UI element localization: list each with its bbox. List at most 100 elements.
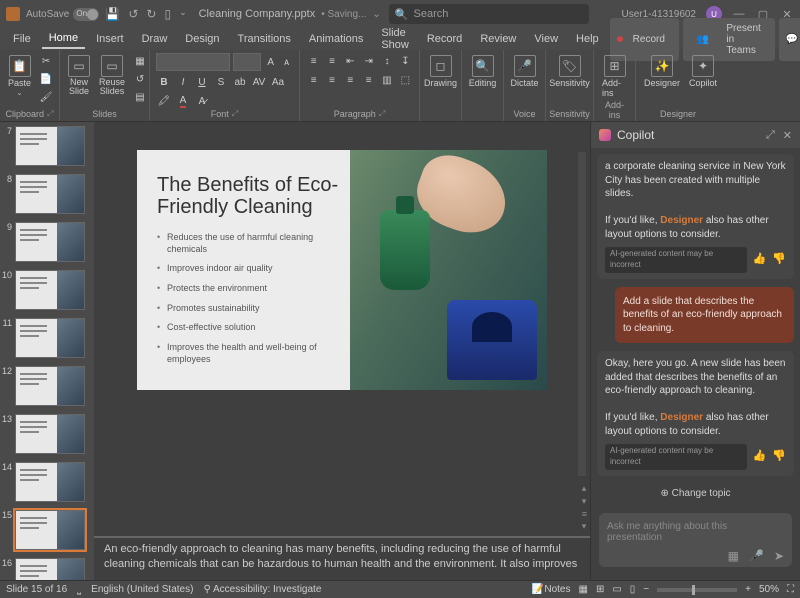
start-slideshow-icon[interactable]: ▯ [164, 7, 171, 21]
line-spacing-icon[interactable]: ↕ [379, 53, 394, 69]
accessibility-status[interactable]: ⚲ Accessibility: Investigate [203, 584, 321, 595]
autosave-toggle[interactable]: AutoSave On [26, 8, 99, 21]
align-left-icon[interactable]: ≡ [306, 72, 321, 88]
font-size-dropdown[interactable] [233, 53, 261, 71]
copilot-mic-icon[interactable]: 🎤 [749, 549, 764, 563]
tab-help[interactable]: Help [569, 30, 606, 48]
search-input[interactable]: 🔍 Search [389, 4, 589, 24]
slide-thumbnail-panel[interactable]: 78910111213141516 [0, 122, 94, 580]
thumbs-down-icon[interactable]: 👎 [772, 449, 786, 464]
format-painter-icon[interactable]: 🖌 [38, 89, 54, 105]
tab-insert[interactable]: Insert [89, 30, 131, 48]
layout-icon[interactable]: ▦ [132, 53, 148, 69]
drawing-button[interactable]: ◻Drawing [426, 53, 455, 90]
editing-button[interactable]: 🔍Editing [468, 53, 497, 90]
zoom-slider[interactable] [657, 588, 737, 592]
copilot-cards-icon[interactable]: ▦ [728, 549, 739, 563]
decrease-font-icon[interactable]: ᴀ [280, 54, 293, 70]
paste-button[interactable]: 📋Paste⌄ [6, 53, 33, 99]
tab-draw[interactable]: Draw [135, 30, 175, 48]
reuse-slides-button[interactable]: ▭Reuse Slides [97, 53, 127, 98]
fit-window-icon[interactable]: ⛶ [787, 584, 794, 595]
reset-icon[interactable]: ↺ [132, 71, 148, 87]
vertical-scrollbar[interactable] [578, 152, 588, 476]
thumbnail-slide-10[interactable] [15, 270, 85, 310]
reading-view-icon[interactable]: ▭ [612, 584, 621, 595]
sorter-view-icon[interactable]: ⊞ [596, 584, 604, 595]
tab-home[interactable]: Home [42, 29, 85, 49]
italic-icon[interactable]: I [175, 74, 191, 90]
increase-font-icon[interactable]: A [264, 54, 277, 70]
case-icon[interactable]: Aa [270, 74, 286, 90]
designer-link[interactable]: Designer [660, 215, 703, 226]
zoom-out-icon[interactable]: − [643, 584, 649, 595]
copilot-send-icon[interactable]: ➤ [774, 549, 784, 563]
thumbnail-slide-9[interactable] [15, 222, 85, 262]
bold-icon[interactable]: B [156, 74, 172, 90]
thumbnail-slide-11[interactable] [15, 318, 85, 358]
section-icon[interactable]: ▤ [132, 89, 148, 105]
prev-slide-icon[interactable]: ▴ [582, 483, 587, 494]
tab-animations[interactable]: Animations [302, 30, 370, 48]
justify-icon[interactable]: ≡ [361, 72, 376, 88]
slide-title[interactable]: The Benefits of Eco-Friendly Cleaning [157, 174, 342, 218]
thumbnail-slide-13[interactable] [15, 414, 85, 454]
slide-bullets[interactable]: Reduces the use of harmful cleaning chem… [157, 232, 342, 366]
numbering-icon[interactable]: ≡ [324, 53, 339, 69]
new-slide-button[interactable]: ▭New Slide [66, 53, 92, 98]
thumbnail-slide-7[interactable] [15, 126, 85, 166]
tab-transitions[interactable]: Transitions [231, 30, 298, 48]
font-family-dropdown[interactable] [156, 53, 230, 71]
align-center-icon[interactable]: ≡ [324, 72, 339, 88]
filename[interactable]: Cleaning Company.pptx [199, 8, 316, 20]
designer-link[interactable]: Designer [660, 412, 703, 423]
notes-pane[interactable]: An eco-friendly approach to cleaning has… [94, 536, 590, 580]
smartart-icon[interactable]: ⬚ [398, 72, 413, 88]
sensitivity-button[interactable]: 🏷Sensitivity [552, 53, 587, 90]
tab-review[interactable]: Review [473, 30, 523, 48]
highlight-icon[interactable]: 🖍 [156, 93, 172, 109]
undo-icon[interactable]: ↺ [128, 7, 138, 21]
change-topic-button[interactable]: ⊕ Change topic [597, 484, 794, 503]
thumbnail-slide-14[interactable] [15, 462, 85, 502]
notes-toggle[interactable]: 📝Notes [532, 584, 571, 595]
copilot-input[interactable]: Ask me anything about this presentation … [599, 513, 792, 567]
comments-button[interactable]: 💬 [779, 18, 800, 61]
copilot-close-icon[interactable]: ✕ [783, 129, 792, 142]
slide-counter[interactable]: Slide 15 of 16 [6, 584, 67, 595]
spacing-icon[interactable]: AV [251, 74, 267, 90]
text-direction-icon[interactable]: ↧ [398, 53, 413, 69]
thumbnail-slide-15[interactable] [15, 510, 85, 550]
strike-icon[interactable]: S [213, 74, 229, 90]
indent-dec-icon[interactable]: ⇤ [343, 53, 358, 69]
normal-view-icon[interactable]: ▦ [578, 584, 587, 595]
align-right-icon[interactable]: ≡ [343, 72, 358, 88]
columns-icon[interactable]: ▥ [379, 72, 394, 88]
thumbs-up-icon[interactable]: 👍 [753, 252, 767, 267]
copilot-ribbon-button[interactable]: ✦Copilot [687, 53, 719, 90]
zoom-in-icon[interactable]: + [745, 584, 751, 595]
qat-dropdown-icon[interactable]: ⌄ [179, 7, 187, 21]
font-color-icon[interactable]: A [175, 93, 191, 109]
copy-icon[interactable]: 📄 [38, 71, 54, 87]
designer-button[interactable]: ✨Designer [642, 53, 682, 90]
bullets-icon[interactable]: ≡ [306, 53, 321, 69]
thumbnail-slide-8[interactable] [15, 174, 85, 214]
tab-file[interactable]: File [6, 30, 38, 48]
thumbs-down-icon[interactable]: 👎 [772, 252, 786, 267]
redo-icon[interactable]: ↻ [146, 7, 156, 21]
save-icon[interactable]: 💾 [105, 7, 120, 21]
copilot-expand-icon[interactable]: ⤢ [766, 129, 775, 142]
addins-button[interactable]: ⊞Add-ins [600, 53, 629, 100]
tab-design[interactable]: Design [178, 30, 226, 48]
tab-record[interactable]: Record [420, 30, 469, 48]
tab-view[interactable]: View [527, 30, 565, 48]
shadow-icon[interactable]: ab [232, 74, 248, 90]
spellcheck-icon[interactable]: ⎵ [77, 584, 81, 595]
next-slide-icon[interactable]: ▾ [582, 496, 587, 507]
dictate-button[interactable]: 🎤Dictate [510, 53, 539, 90]
language[interactable]: English (United States) [91, 584, 193, 595]
thumbnail-slide-16[interactable] [15, 558, 85, 580]
cut-icon[interactable]: ✂ [38, 53, 54, 69]
clear-format-icon[interactable]: A̷ [194, 93, 210, 109]
